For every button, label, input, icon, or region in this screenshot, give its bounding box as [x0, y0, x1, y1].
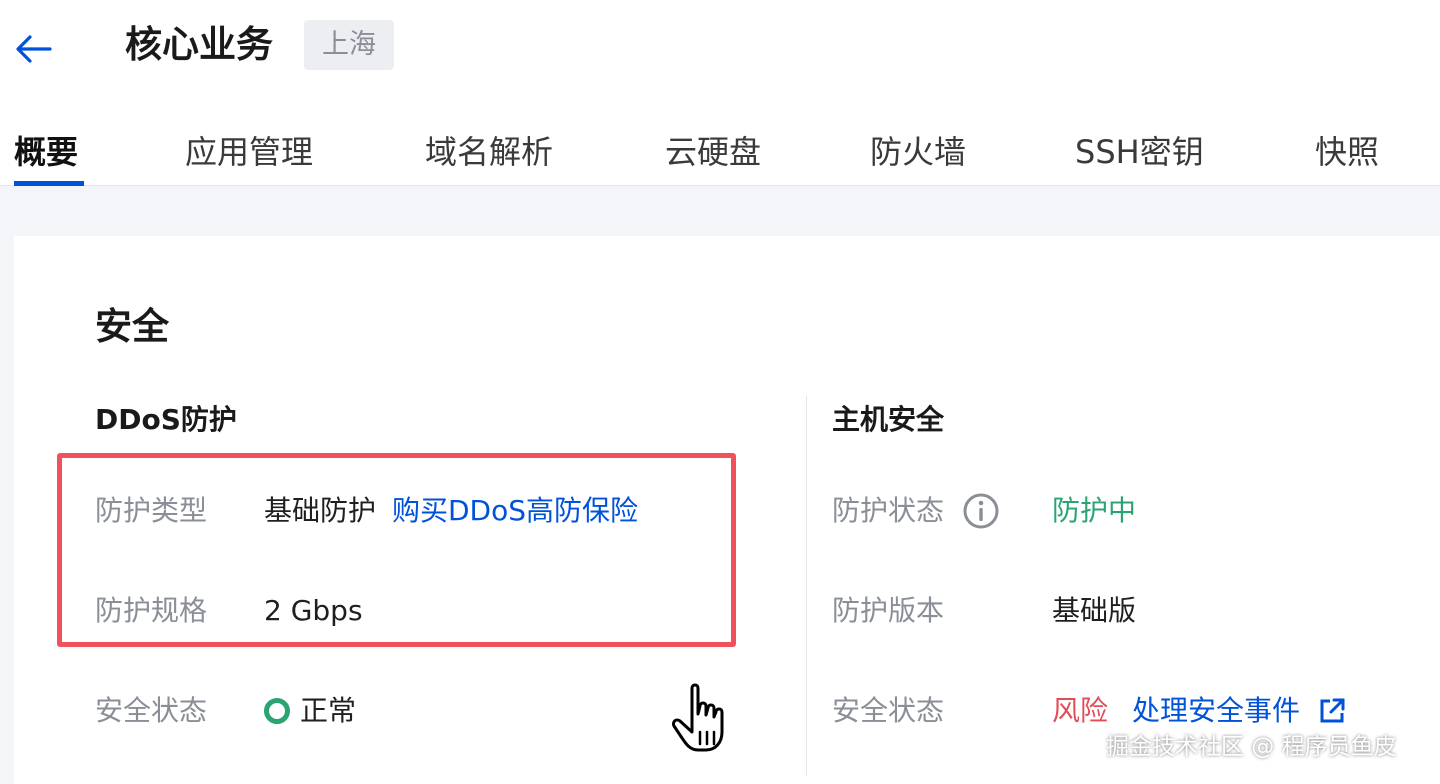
host-version-value: 基础版 — [1052, 594, 1137, 627]
tab-dns[interactable]: 域名解析 — [425, 128, 553, 176]
ddos-title: DDoS防护 — [95, 403, 237, 436]
page-header: 核心业务 上海 概要 应用管理 域名解析 云硬盘 防火墙 SSH密钥 快照 — [0, 0, 1440, 186]
host-status-value: 防护中 — [1052, 494, 1137, 527]
watermark: 掘金技术社区 @ 程序员鱼皮 — [1106, 734, 1397, 760]
active-tab-indicator — [14, 181, 84, 186]
tab-app-management[interactable]: 应用管理 — [185, 128, 313, 176]
tab-overview[interactable]: 概要 — [14, 128, 78, 176]
host-status-label: 防护状态 — [832, 494, 945, 527]
section-title: 安全 — [95, 305, 169, 348]
handle-security-event-link[interactable]: 处理安全事件 — [1132, 691, 1300, 731]
tab-cloud-disk[interactable]: 云硬盘 — [665, 128, 761, 176]
external-link-icon[interactable] — [1318, 697, 1346, 725]
region-tag: 上海 — [304, 20, 394, 70]
status-ok-icon — [264, 698, 290, 724]
column-divider — [806, 396, 807, 776]
back-button[interactable] — [12, 28, 54, 70]
host-version-label: 防护版本 — [832, 594, 945, 627]
host-safety-label: 安全状态 — [832, 694, 945, 727]
ddos-status-value: 正常 — [300, 694, 357, 727]
page-title: 核心业务 — [125, 23, 273, 66]
host-safety-value: 风险 — [1052, 694, 1109, 727]
host-security-title: 主机安全 — [832, 403, 945, 436]
tab-firewall[interactable]: 防火墙 — [870, 128, 966, 176]
hand-pointer-icon — [672, 683, 724, 752]
info-icon[interactable] — [962, 492, 1000, 530]
tab-snapshots[interactable]: 快照 — [1315, 128, 1379, 176]
tab-ssh-keys[interactable]: SSH密钥 — [1075, 128, 1204, 176]
ddos-status-label: 安全状态 — [95, 694, 208, 727]
arrow-left-icon — [16, 35, 52, 63]
highlight-box — [57, 453, 736, 647]
